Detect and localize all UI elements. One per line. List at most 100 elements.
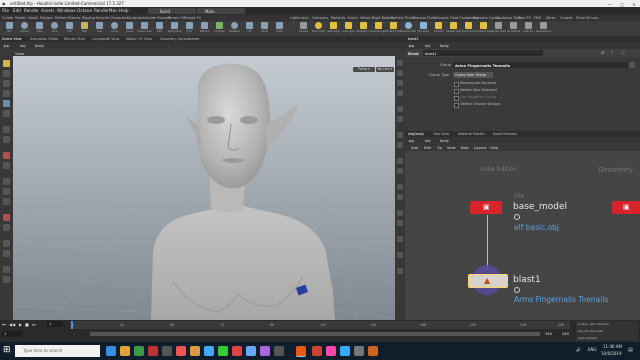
taskbar-search-box[interactable]: Type here to search — [15, 345, 100, 357]
tool-box[interactable]: Box — [2, 22, 17, 35]
app-icon[interactable] — [204, 346, 214, 356]
key-all-channels-button[interactable]: Key All Channels — [578, 329, 603, 333]
layout-icon[interactable] — [397, 252, 403, 258]
app-icon[interactable] — [354, 346, 364, 356]
first-frame-icon[interactable]: ⏮ — [2, 322, 6, 327]
tab-geometry-spreadsheet[interactable]: Geometry Spreadsheet — [160, 37, 199, 41]
shelf-tab[interactable]: Characters — [110, 16, 129, 20]
step-back-icon[interactable]: ◀◀ — [9, 322, 15, 327]
clock-date[interactable]: 10/6/2019 — [601, 351, 622, 356]
camera-view-icon[interactable] — [397, 106, 403, 112]
app-icon[interactable] — [176, 346, 186, 356]
windows-start-icon[interactable]: ⊞ — [3, 345, 11, 355]
desktop-build-selector[interactable]: Build — [148, 8, 196, 14]
app-icon[interactable] — [260, 346, 270, 356]
shelf-tab[interactable]: Constraints — [127, 16, 146, 20]
app-icon[interactable] — [368, 346, 378, 356]
tool-draw-curve[interactable]: Draw Curve — [137, 22, 152, 35]
app-icon[interactable] — [162, 346, 172, 356]
tool-grid[interactable]: Grid — [62, 22, 77, 35]
last-frame-icon[interactable]: ⏭ — [32, 322, 36, 327]
tool-ambient-light[interactable]: Ambient Light — [476, 22, 491, 35]
timeline-scrubber[interactable]: 1 24 48 72 96 120 144 168 192 216 240 — [70, 321, 570, 329]
render-region-icon[interactable] — [397, 194, 403, 200]
chrome-icon[interactable] — [134, 346, 144, 356]
blast-node-blast1[interactable]: ▲ — [468, 274, 508, 288]
tab-motion-fx-view[interactable]: Motion FX View — [126, 37, 152, 41]
shelf-tab[interactable]: Particle Fluids — [391, 16, 415, 20]
tab-blast1[interactable]: blast1 — [408, 37, 418, 41]
menu-renderman[interactable]: RenderMan — [94, 8, 118, 13]
menu-assets[interactable]: Assets — [41, 8, 55, 13]
delete-unused-groups-checkbox[interactable] — [454, 103, 459, 108]
back-arrow-icon[interactable]: ◀ ▶ — [408, 44, 415, 48]
scale-tool-icon[interactable] — [3, 90, 10, 97]
range-slider[interactable] — [90, 332, 540, 336]
tool-geometry-light[interactable]: Geometry Light — [356, 22, 371, 35]
pin-icon[interactable] — [3, 276, 10, 283]
houdini-taskbar-icon[interactable] — [296, 346, 306, 357]
shelf-tab[interactable]: Texture — [68, 16, 80, 20]
shelf-tab[interactable]: Grains — [347, 16, 358, 20]
lighting-icon[interactable] — [397, 70, 403, 76]
path-node[interactable]: body — [440, 44, 449, 48]
view-tool-icon[interactable] — [3, 126, 10, 133]
rotate-tool-icon[interactable] — [3, 80, 10, 87]
wireframe-icon[interactable] — [397, 90, 403, 96]
shelf-tab[interactable]: Model — [28, 16, 38, 20]
stop-icon[interactable]: ■ — [25, 322, 29, 327]
clock-time[interactable]: 11:46 AM — [603, 344, 622, 349]
menu-file[interactable]: File — [2, 8, 9, 13]
edges-icon[interactable] — [3, 188, 10, 195]
group-type-dropdown[interactable]: Guess from Group — [453, 72, 493, 78]
offscreen-node[interactable]: ▣ — [612, 201, 640, 214]
app-icon[interactable] — [274, 346, 284, 356]
shelf-tab[interactable]: Vellum — [360, 16, 371, 20]
tool-sky-light[interactable]: Sky Light — [416, 22, 431, 35]
path-obj[interactable]: obj — [425, 139, 430, 143]
path-node[interactable]: body — [35, 44, 44, 48]
home-icon[interactable] — [397, 210, 403, 216]
display-options-icon[interactable] — [397, 60, 403, 66]
select-tool-icon[interactable] — [3, 60, 10, 67]
tool-spray-paint[interactable]: Spray Paint — [167, 22, 182, 35]
end-frame-value[interactable]: 240 — [545, 332, 552, 336]
app-icon[interactable] — [190, 346, 200, 356]
shelf-tab[interactable]: Simple FX — [184, 16, 201, 20]
tool-platonic[interactable]: Platonic — [197, 22, 212, 35]
tool-spot-light[interactable]: Spot Light — [326, 22, 341, 35]
scene-viewport[interactable]: Persp ▾ No cam ▾ — [13, 56, 395, 320]
app-icon[interactable] — [326, 346, 336, 356]
camera-menu[interactable]: No cam ▾ — [376, 67, 394, 72]
shelf-tab[interactable]: Collisions — [312, 16, 328, 20]
file-node-base-model[interactable]: ▣ — [470, 201, 502, 214]
menu-render[interactable]: Render — [24, 8, 39, 13]
tab-composite-view[interactable]: Composite View — [92, 37, 119, 41]
tool-portal-light[interactable]: Portal Light — [461, 22, 476, 35]
tool-camera[interactable]: Camera — [296, 22, 311, 35]
tool-line[interactable]: Line — [92, 22, 107, 35]
record-icon[interactable] — [3, 152, 10, 159]
tool-circle[interactable]: Circle — [107, 22, 122, 35]
shelf-tab[interactable]: Rigid Bodies — [372, 16, 393, 20]
net-menu-add[interactable]: Add — [411, 146, 418, 150]
tool-environment[interactable]: Environment — [401, 22, 416, 35]
net-menu-layout[interactable]: Layout — [474, 146, 486, 150]
tool-stereo-camera[interactable]: Stereo Camera — [491, 22, 506, 35]
shelf-tab[interactable]: FEM — [534, 16, 541, 20]
play-icon[interactable]: ▶ — [19, 322, 22, 327]
tool-font[interactable]: Font — [182, 22, 197, 35]
tab-asset-browser[interactable]: Asset Browser — [493, 132, 517, 136]
net-menu-edit[interactable]: Edit — [424, 146, 431, 150]
language-indicator[interactable]: ENG — [588, 347, 597, 352]
shelf-tab[interactable]: Muscles — [96, 16, 110, 20]
primitives-icon[interactable] — [3, 198, 10, 205]
app-icon[interactable] — [218, 346, 228, 356]
tool-helix[interactable]: Helix — [272, 22, 287, 35]
auto-update-toggle[interactable]: Auto Update — [578, 336, 597, 340]
recompute-normals-checkbox[interactable] — [454, 82, 459, 87]
shading-icon[interactable] — [397, 80, 403, 86]
speaker-icon[interactable]: 🔊 — [576, 347, 581, 352]
persp-menu[interactable]: Persp ▾ — [353, 67, 375, 72]
ghost-icon[interactable] — [397, 158, 403, 164]
